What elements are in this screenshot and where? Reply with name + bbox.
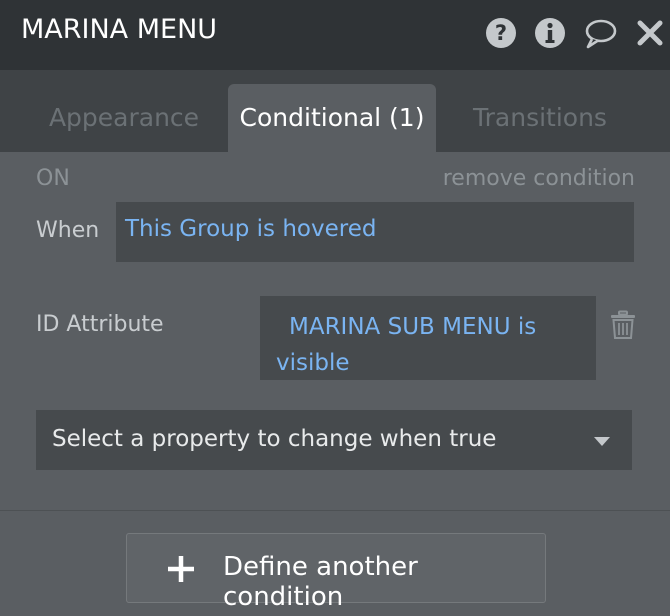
divider [0, 510, 670, 511]
info-icon[interactable] [533, 16, 567, 50]
comment-icon[interactable] [583, 16, 617, 50]
when-label: When [36, 218, 100, 243]
property-select-dropdown[interactable]: Select a property to change when true [36, 410, 632, 470]
define-another-condition-button[interactable]: Define another condition [126, 533, 546, 612]
svg-text:?: ? [495, 21, 507, 45]
chevron-down-icon [594, 437, 610, 446]
property-value-text: MARINA SUB MENU is visible [276, 314, 537, 376]
help-icon[interactable]: ? [484, 16, 518, 50]
when-expression-field[interactable]: This Group is hovered [116, 202, 634, 262]
remove-condition-link[interactable]: remove condition [443, 166, 635, 191]
tab-appearance[interactable]: Appearance [40, 84, 208, 152]
tab-bar: Appearance Conditional (1) Transitions [0, 70, 670, 152]
close-icon[interactable] [633, 16, 667, 50]
define-another-condition-label: Define another condition [223, 552, 418, 612]
element-title: MARINA MENU [21, 14, 218, 45]
trash-icon[interactable] [609, 310, 637, 340]
plus-icon [168, 556, 194, 582]
property-value-field[interactable]: MARINA SUB MENU is visible [260, 296, 596, 380]
condition-status: ON [36, 166, 70, 191]
tab-conditional[interactable]: Conditional (1) [228, 84, 436, 152]
when-expression-text: This Group is hovered [125, 216, 377, 242]
tab-transitions[interactable]: Transitions [456, 84, 624, 152]
property-label: ID Attribute [36, 312, 164, 337]
property-select-placeholder: Select a property to change when true [52, 426, 497, 452]
editor-header: MARINA MENU ? [0, 0, 670, 70]
